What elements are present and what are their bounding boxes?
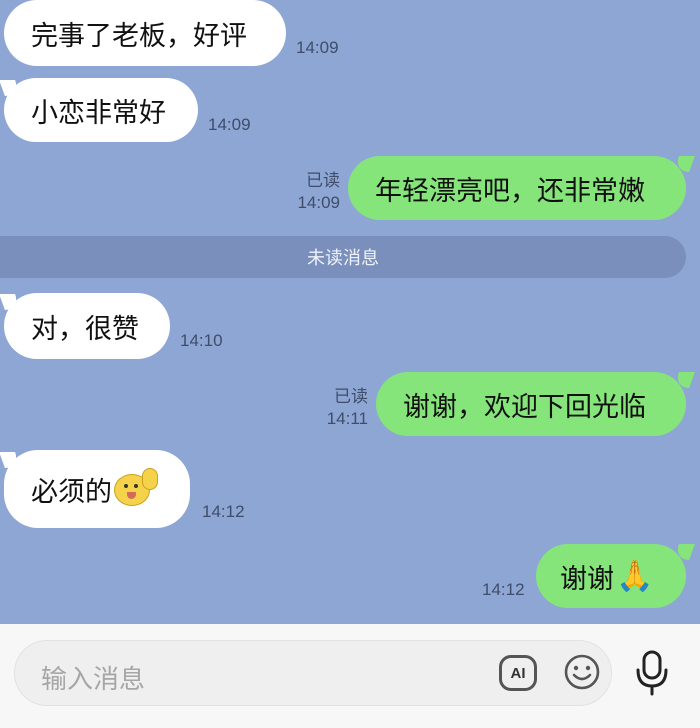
- message-text: 必须的: [31, 476, 112, 508]
- message-input[interactable]: 输入消息 AI: [14, 640, 612, 706]
- chat-area: 完事了老板，好评 14:09 小恋非常好 14:09 已读 14:09 年轻漂亮…: [0, 0, 700, 624]
- thumbs-up-face-sticker-icon: [114, 468, 162, 510]
- outgoing-message[interactable]: 谢谢，欢迎下回光临: [376, 372, 686, 436]
- unread-divider: 未读消息: [0, 236, 686, 278]
- message-text: 年轻漂亮吧，还非常嫩: [375, 175, 645, 207]
- message-time: 14:10: [180, 331, 223, 350]
- incoming-message[interactable]: 小恋非常好: [4, 78, 198, 142]
- incoming-message[interactable]: 对，很赞: [4, 293, 170, 359]
- outgoing-message[interactable]: 谢谢 🙏: [536, 544, 686, 608]
- emoji-smile-icon[interactable]: [563, 653, 601, 691]
- message-time: 14:12: [482, 580, 525, 599]
- message-text: 对，很赞: [31, 313, 139, 345]
- message-time: 14:11: [326, 409, 368, 428]
- message-time: 14:09: [296, 38, 339, 57]
- input-placeholder: 输入消息: [41, 665, 146, 695]
- outgoing-message[interactable]: 年轻漂亮吧，还非常嫩: [348, 156, 686, 220]
- message-input-bar: 输入消息 AI: [0, 624, 700, 728]
- message-text: 完事了老板，好评: [31, 20, 247, 52]
- message-text: 谢谢，欢迎下回光临: [403, 391, 646, 423]
- message-time: 14:09: [297, 193, 340, 212]
- ai-assistant-icon[interactable]: AI: [499, 655, 537, 691]
- message-text: 小恋非常好: [31, 97, 166, 129]
- read-receipt: 已读 14:09: [288, 170, 340, 214]
- ai-icon-label: AI: [510, 664, 526, 682]
- read-receipt: 已读 14:11: [318, 386, 368, 430]
- read-status: 已读: [334, 387, 368, 407]
- message-time: 14:09: [208, 115, 251, 134]
- folded-hands-icon: 🙏: [616, 558, 654, 594]
- incoming-message[interactable]: 必须的: [4, 450, 190, 528]
- message-text: 谢谢: [560, 563, 614, 595]
- message-time: 14:12: [202, 502, 245, 521]
- microphone-icon[interactable]: [634, 650, 670, 696]
- unread-divider-label: 未读消息: [307, 248, 379, 269]
- incoming-message[interactable]: 完事了老板，好评: [4, 0, 286, 66]
- read-status: 已读: [306, 171, 340, 191]
